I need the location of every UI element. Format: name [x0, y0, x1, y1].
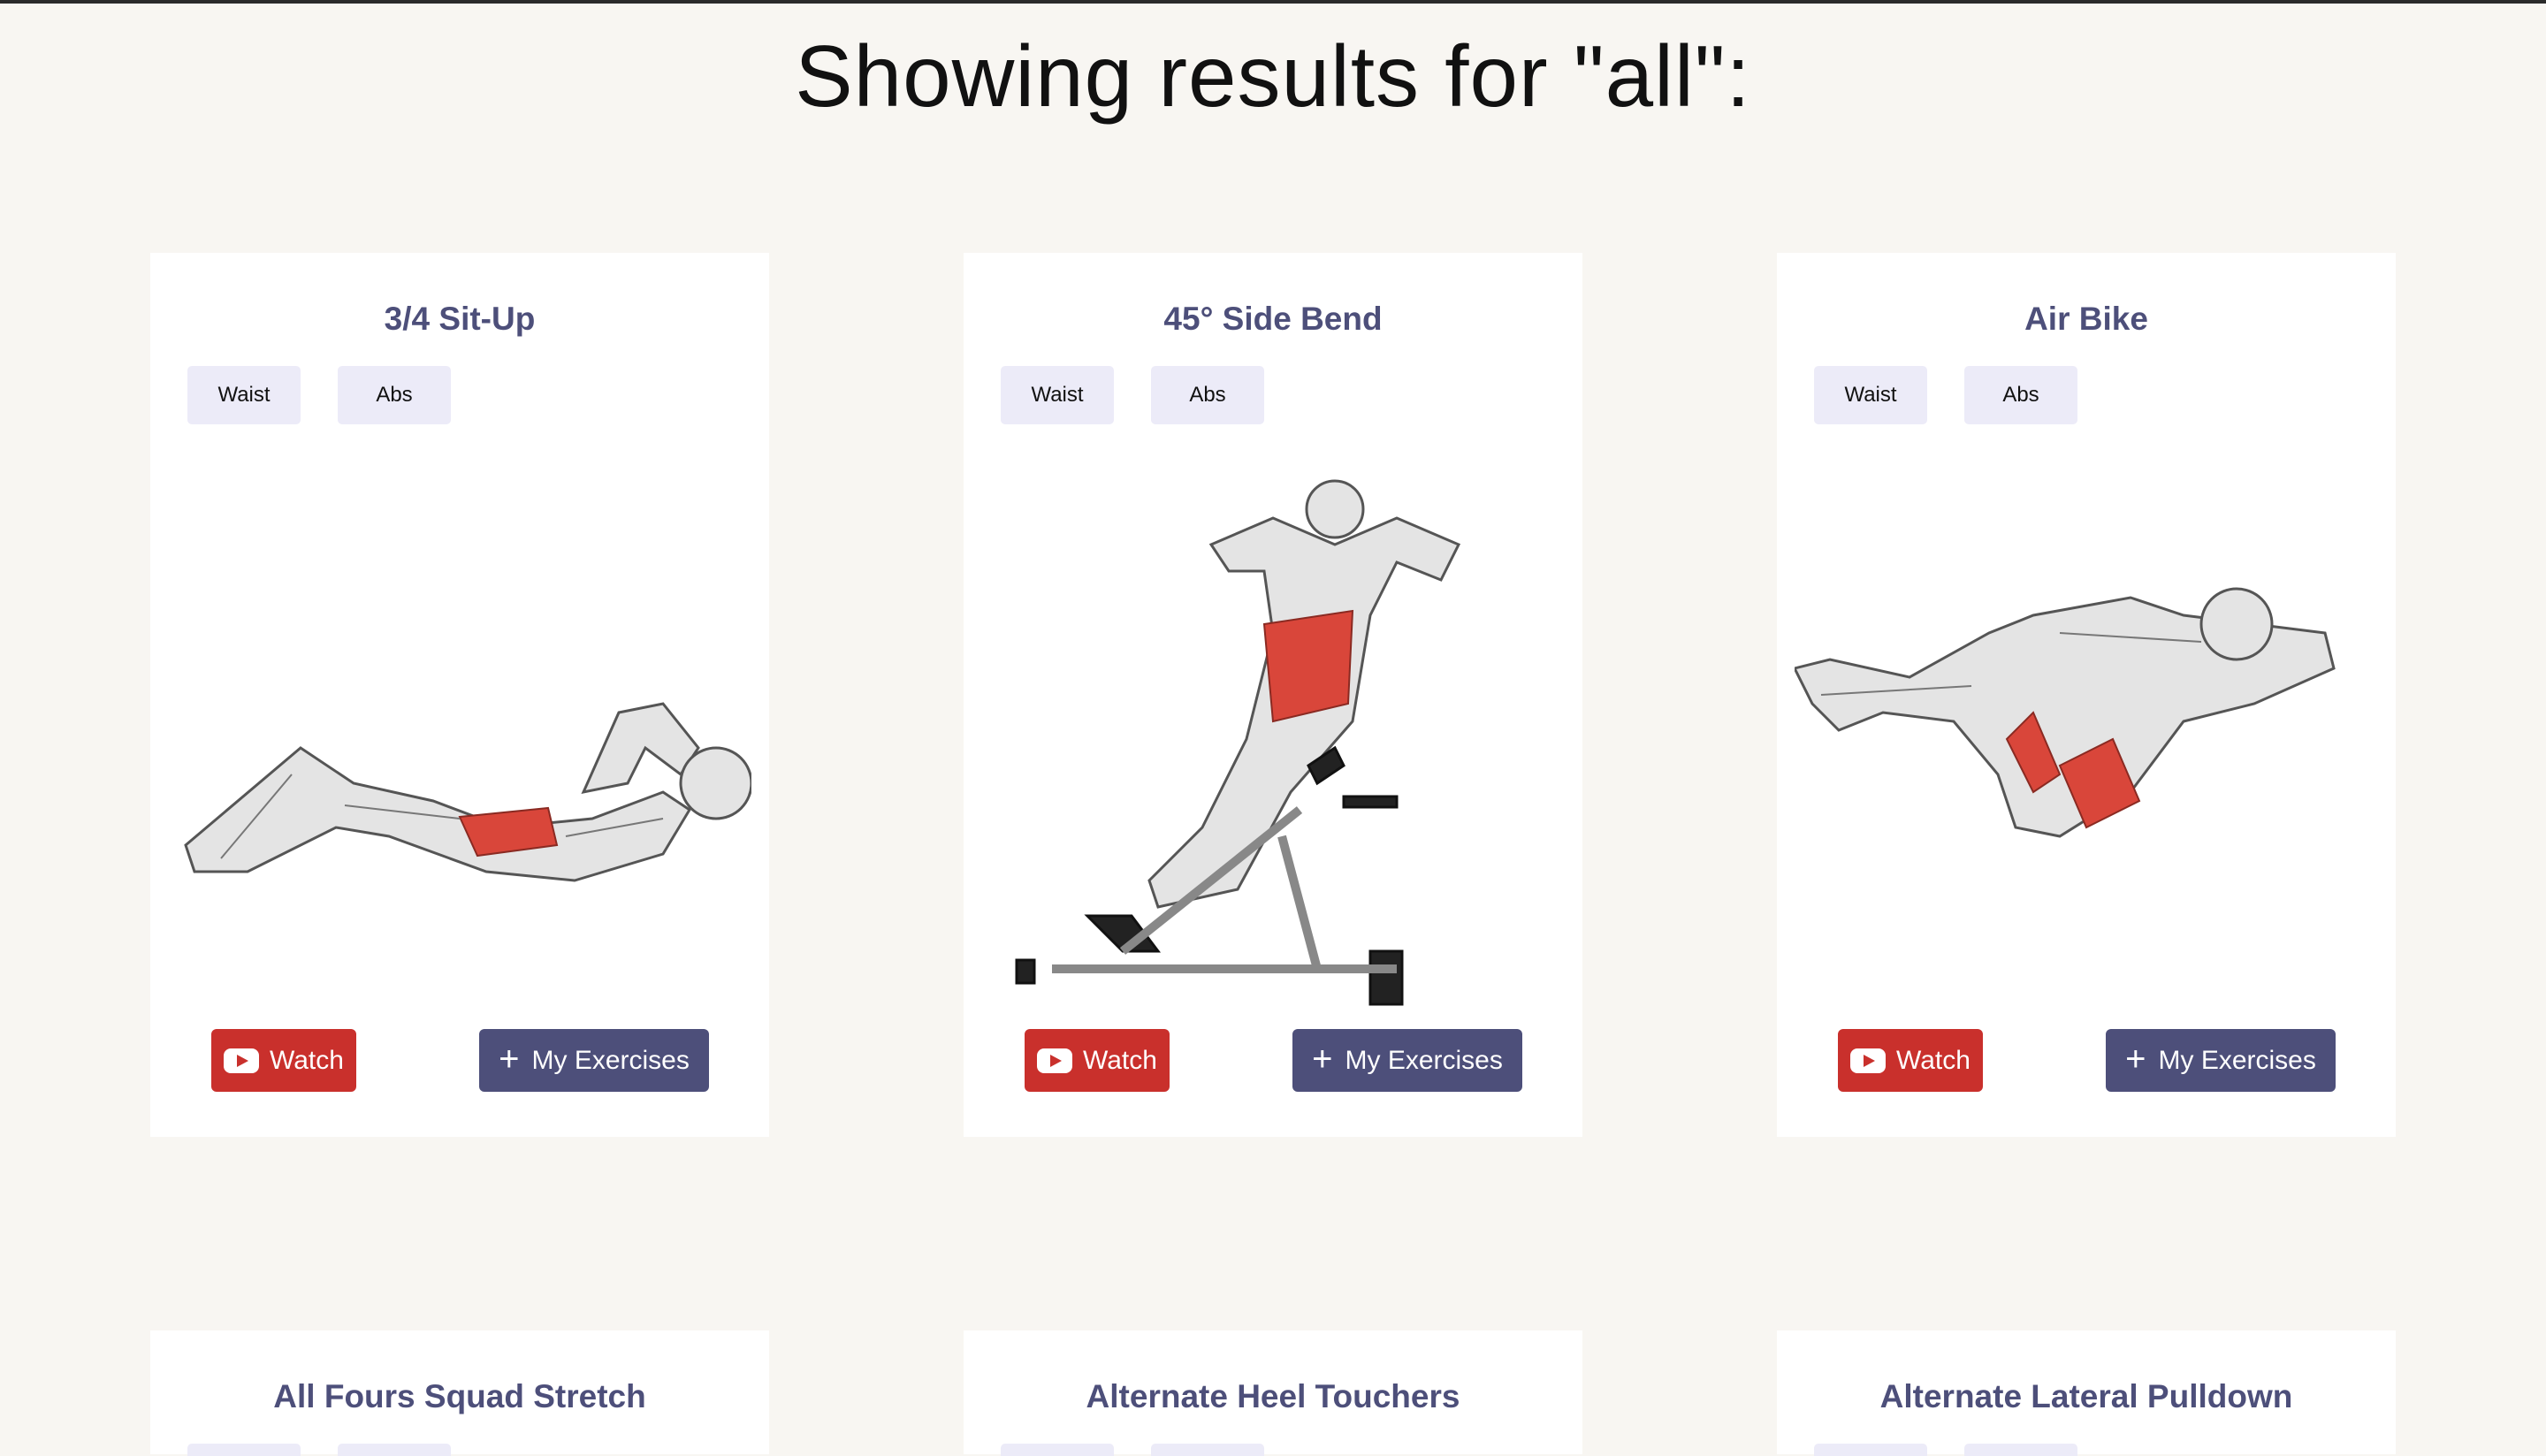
target-muscle-tag[interactable]	[1151, 1444, 1264, 1456]
exercise-illustration	[168, 456, 751, 1234]
body-part-tag[interactable]: Waist	[187, 366, 301, 424]
my-exercises-label: My Exercises	[2158, 1045, 2316, 1075]
exercise-name: 45° Side Bend	[1163, 301, 1383, 337]
add-to-my-exercises-button[interactable]: + My Exercises	[479, 1029, 709, 1092]
target-muscle-tag[interactable]	[1964, 1444, 2077, 1456]
exercise-card: Alternate Heel Touchers	[964, 1330, 1582, 1456]
watch-label: Watch	[270, 1045, 344, 1075]
add-to-my-exercises-button[interactable]: + My Exercises	[1292, 1029, 1522, 1092]
air-bike-figure	[1795, 587, 2336, 838]
youtube-icon	[224, 1048, 260, 1073]
exercise-card: Air Bike Waist Abs Watch + My Exercises	[1777, 253, 2396, 1137]
target-muscle-tag[interactable]	[338, 1444, 451, 1456]
exercise-name: Alternate Heel Touchers	[1086, 1378, 1460, 1414]
target-muscle-tag[interactable]: Abs	[1151, 366, 1264, 424]
plus-icon: +	[1312, 1039, 1333, 1079]
watch-button[interactable]: Watch	[211, 1029, 356, 1092]
watch-button[interactable]: Watch	[1838, 1029, 1983, 1092]
exercise-name: Alternate Lateral Pulldown	[1879, 1378, 2293, 1414]
exercise-card: 45° Side Bend Waist Abs Watch + My Exerc…	[964, 253, 1582, 1137]
body-part-tag[interactable]: Waist	[1001, 366, 1114, 424]
watch-label: Watch	[1083, 1045, 1157, 1075]
exercise-name: All Fours Squad Stretch	[273, 1378, 646, 1414]
top-border	[0, 0, 2546, 4]
youtube-icon	[1850, 1048, 1887, 1073]
exercise-name: 3/4 Sit-Up	[384, 301, 536, 337]
youtube-icon	[1037, 1048, 1073, 1073]
exercise-card: 3/4 Sit-Up Waist Abs Watch + My Exercise…	[150, 253, 769, 1137]
target-muscle-tag[interactable]: Abs	[1964, 366, 2077, 424]
add-to-my-exercises-button[interactable]: + My Exercises	[2106, 1029, 2336, 1092]
watch-button[interactable]: Watch	[1025, 1029, 1170, 1092]
body-part-tag[interactable]	[1001, 1444, 1114, 1456]
exercise-card: Alternate Lateral Pulldown	[1777, 1330, 2396, 1456]
exercise-name: Air Bike	[2024, 301, 2148, 337]
body-part-tag[interactable]	[187, 1444, 301, 1456]
body-part-tag[interactable]: Waist	[1814, 366, 1927, 424]
side-bend-figure	[1015, 479, 1461, 1006]
plus-icon: +	[2125, 1039, 2146, 1079]
exercise-illustration	[981, 456, 1565, 1234]
target-muscle-tag[interactable]: Abs	[338, 366, 451, 424]
exercise-illustration	[1795, 456, 2378, 1234]
page-title: Showing results for "all":	[795, 27, 1751, 125]
exercise-card: All Fours Squad Stretch	[150, 1330, 769, 1456]
sit-up-figure	[184, 702, 751, 882]
my-exercises-label: My Exercises	[1345, 1045, 1503, 1075]
my-exercises-label: My Exercises	[531, 1045, 690, 1075]
plus-icon: +	[499, 1039, 520, 1079]
body-part-tag[interactable]	[1814, 1444, 1927, 1456]
watch-label: Watch	[1896, 1045, 1970, 1075]
